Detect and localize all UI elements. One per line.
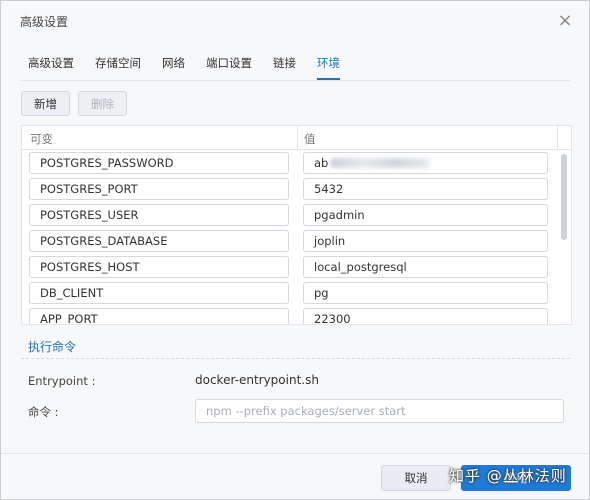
env-value-input[interactable]: 22300 bbox=[303, 308, 548, 324]
tab-links[interactable]: 链接 bbox=[265, 45, 304, 79]
tab-bar: 高级设置 存储空间 网络 端口设置 链接 环境 bbox=[20, 45, 570, 81]
env-variables-table: 可变 值 POSTGRES_PASSWORD ab POSTGRES_PORT … bbox=[21, 125, 572, 325]
env-value-input[interactable]: local_postgresql bbox=[303, 256, 548, 278]
table-row: POSTGRES_PASSWORD ab bbox=[22, 150, 571, 176]
command-label: 命令 : bbox=[28, 405, 59, 419]
section-divider bbox=[21, 358, 570, 359]
table-row: POSTGRES_PORT 5432 bbox=[22, 176, 571, 202]
env-value-text: ab bbox=[314, 156, 329, 170]
table-row: POSTGRES_USER pgadmin bbox=[22, 202, 571, 228]
close-icon[interactable]: × bbox=[555, 10, 575, 31]
delete-button[interactable]: 删除 bbox=[78, 91, 127, 116]
table-row: POSTGRES_HOST local_postgresql bbox=[22, 254, 571, 280]
env-toolbar: 新增 删除 bbox=[21, 91, 127, 116]
tab-environment[interactable]: 环境 bbox=[309, 45, 348, 80]
column-header-variable: 可变 bbox=[22, 126, 298, 149]
table-header: 可变 值 bbox=[22, 126, 571, 150]
env-key-input[interactable]: POSTGRES_PASSWORD bbox=[29, 152, 289, 174]
table-row: DB_CLIENT pg bbox=[22, 280, 571, 306]
table-row: POSTGRES_DATABASE joplin bbox=[22, 228, 571, 254]
table-row: APP_PORT 22300 bbox=[22, 306, 571, 324]
table-scrollbar[interactable] bbox=[561, 154, 567, 240]
env-value-input[interactable]: pg bbox=[303, 282, 548, 304]
entrypoint-label: Entrypoint : bbox=[28, 374, 96, 388]
column-header-value: 值 bbox=[298, 126, 558, 149]
watermark-text: 知乎 @丛林法则 bbox=[449, 467, 567, 485]
env-key-input[interactable]: POSTGRES_DATABASE bbox=[29, 230, 289, 252]
env-key-input[interactable]: POSTGRES_HOST bbox=[29, 256, 289, 278]
env-key-input[interactable]: DB_CLIENT bbox=[29, 282, 289, 304]
env-value-input[interactable]: ab bbox=[303, 152, 548, 174]
dialog-title: 高级设置 bbox=[20, 14, 69, 29]
exec-command-section-title: 执行命令 bbox=[28, 340, 77, 354]
tab-storage[interactable]: 存储空间 bbox=[87, 45, 149, 79]
advanced-settings-dialog: 高级设置 × 高级设置 存储空间 网络 端口设置 链接 环境 新增 删除 可变 … bbox=[0, 0, 590, 500]
env-value-input[interactable]: 5432 bbox=[303, 178, 548, 200]
env-value-input[interactable]: joplin bbox=[303, 230, 548, 252]
env-value-input[interactable]: pgadmin bbox=[303, 204, 548, 226]
blurred-password bbox=[330, 158, 431, 168]
env-key-input[interactable]: POSTGRES_USER bbox=[29, 204, 289, 226]
footer-divider bbox=[1, 453, 589, 454]
env-key-input[interactable]: POSTGRES_PORT bbox=[29, 178, 289, 200]
command-input[interactable]: npm --prefix packages/server start bbox=[195, 399, 564, 423]
cancel-button[interactable]: 取消 bbox=[381, 465, 451, 491]
tab-advanced-settings[interactable]: 高级设置 bbox=[20, 45, 82, 79]
tab-network[interactable]: 网络 bbox=[154, 45, 193, 79]
entrypoint-value: docker-entrypoint.sh bbox=[195, 373, 319, 387]
add-button[interactable]: 新增 bbox=[21, 91, 70, 116]
tab-port-settings[interactable]: 端口设置 bbox=[198, 45, 260, 79]
env-key-input[interactable]: APP_PORT bbox=[29, 308, 289, 324]
